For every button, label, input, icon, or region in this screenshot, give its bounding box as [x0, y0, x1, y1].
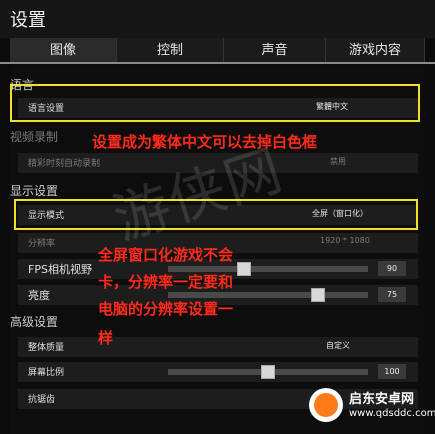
- anti-aliasing-label: 抗锯齿: [28, 395, 56, 405]
- logo-name: 启东安卓网: [349, 392, 415, 407]
- row-screen-scale[interactable]: 屏幕比例 100: [18, 362, 418, 382]
- highlight-box-language: [10, 84, 420, 122]
- annotation-fullscreen-line4: 样: [98, 329, 114, 347]
- brightness-value[interactable]: 75: [378, 287, 406, 302]
- tab-game-content[interactable]: 游戏内容: [326, 38, 425, 63]
- auto-record-label: 精彩时刻自动录制: [28, 159, 101, 169]
- tab-underline: [0, 62, 435, 64]
- screen-scale-value[interactable]: 100: [378, 364, 406, 379]
- screen-scale-slider-handle[interactable]: [261, 365, 275, 379]
- brightness-label: 亮度: [28, 289, 50, 302]
- logo-url: www.qdsddc.com: [349, 408, 435, 419]
- tab-sound[interactable]: 声音: [224, 38, 326, 63]
- overall-quality-label: 整体质量: [28, 343, 65, 353]
- site-logo: 启东安卓网 www.qdsddc.com: [305, 384, 435, 430]
- annotation-fullscreen-line2: 卡，分辨率一定要和: [98, 273, 234, 291]
- fps-fov-slider-handle[interactable]: [237, 262, 251, 276]
- window-title: 设置: [10, 10, 46, 31]
- logo-circle-icon: [309, 388, 343, 422]
- annotation-traditional-chinese: 设置成为繁体中文可以去掉白色框: [92, 133, 318, 151]
- fps-fov-value[interactable]: 90: [378, 261, 406, 276]
- fps-fov-label: FPS相机视野: [28, 263, 92, 276]
- section-advanced: 高级设置: [10, 315, 59, 329]
- overall-quality-value[interactable]: 自定义: [326, 340, 350, 351]
- screen-scale-label: 屏幕比例: [28, 368, 65, 378]
- title-bar: 设置: [0, 0, 435, 38]
- resolution-label: 分辨率: [28, 239, 56, 249]
- annotation-fullscreen-line1: 全屏窗口化游戏不会: [98, 246, 234, 264]
- auto-record-value[interactable]: 禁用: [330, 156, 346, 167]
- row-overall-quality[interactable]: 整体质量 自定义: [18, 337, 418, 357]
- tab-graphics[interactable]: 图像: [10, 38, 117, 63]
- section-display: 显示设置: [10, 184, 59, 198]
- section-video-recording: 视频录制: [10, 130, 59, 144]
- resolution-value[interactable]: 1920 * 1080: [320, 236, 370, 245]
- brightness-slider-handle[interactable]: [311, 288, 325, 302]
- tab-controls[interactable]: 控制: [117, 38, 224, 63]
- annotation-fullscreen-line3: 电脑的分辨率设置一: [98, 300, 234, 318]
- settings-tabs: 图像 控制 声音 游戏内容: [0, 38, 435, 63]
